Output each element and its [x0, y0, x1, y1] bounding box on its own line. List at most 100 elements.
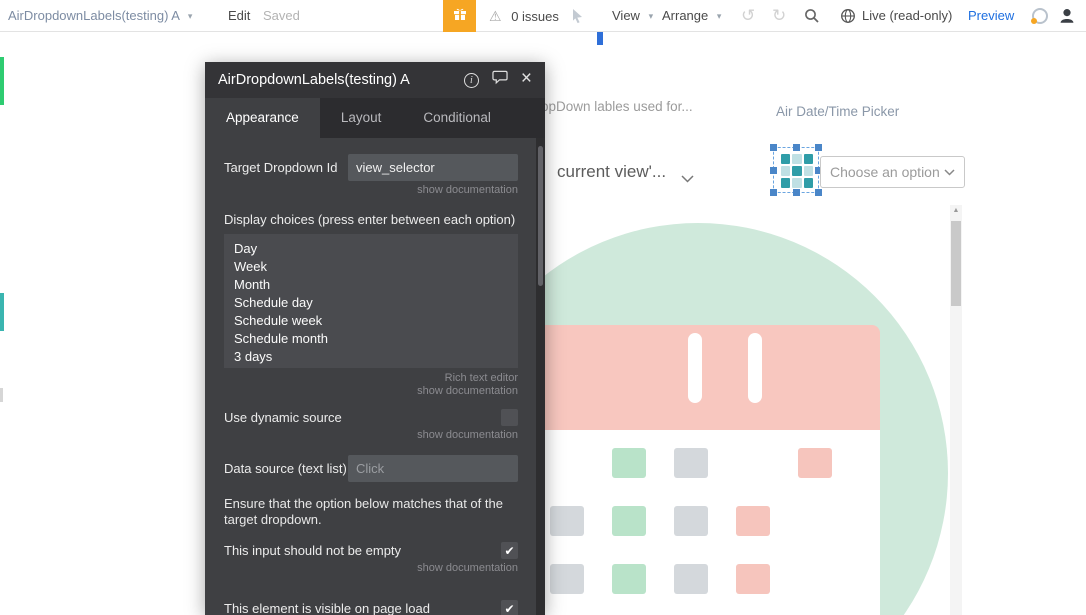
dialog-title: AirDropdownLabels(testing) A [218, 72, 410, 88]
issues-label: 0 issues [511, 9, 559, 24]
resize-handle[interactable] [793, 189, 800, 196]
air-datepicker-title[interactable]: Air Date/Time Picker [776, 104, 899, 119]
bubble-editor: AirDropdownLabels(testing) A Edit Saved … [0, 0, 1086, 615]
issues-indicator[interactable]: 0 issues [489, 0, 559, 32]
panel-scrollbar[interactable]: ▲ [950, 205, 962, 615]
choice-line: Schedule week [234, 312, 508, 330]
not-empty-checkbox[interactable] [501, 542, 518, 559]
choice-line: Schedule day [234, 294, 508, 312]
calendar-ring [748, 333, 762, 403]
choice-line: Day [234, 240, 508, 258]
help-icon[interactable] [1032, 8, 1048, 24]
dialog-tabs: Appearance Layout Conditional [205, 98, 545, 138]
tab-conditional[interactable]: Conditional [402, 98, 512, 138]
collapsed-palette-teal[interactable] [0, 293, 4, 331]
dynamic-source-row: Use dynamic source [224, 409, 518, 426]
choice-line: Schedule month [234, 330, 508, 348]
page-selector[interactable]: AirDropdownLabels(testing) A [8, 0, 192, 32]
dialog-scrollbar[interactable] [536, 138, 545, 615]
show-documentation-link[interactable]: show documentation [224, 184, 518, 196]
calendar-square [674, 506, 708, 536]
ensure-note: Ensure that the option below matches tha… [224, 496, 526, 528]
tab-layout[interactable]: Layout [320, 98, 403, 138]
pointer-tool-icon[interactable] [570, 8, 585, 29]
dialog-body: Target Dropdown Id show documentation Di… [205, 138, 545, 615]
target-dropdown-id-label: Target Dropdown Id [224, 160, 337, 175]
target-dropdown-id-input[interactable] [348, 154, 518, 181]
data-source-input[interactable] [348, 455, 518, 482]
view-menu[interactable]: View [612, 0, 653, 32]
saved-status: Saved [263, 0, 300, 32]
show-documentation-link[interactable]: show documentation [224, 429, 518, 441]
datepicker-grid-icon [781, 154, 813, 188]
display-choices-editor[interactable]: Day Week Month Schedule day Schedule wee… [224, 234, 518, 368]
choice-line: Week [234, 258, 508, 276]
calendar-square [736, 564, 770, 594]
display-choices-label: Display choices (press enter between eac… [224, 212, 518, 227]
selected-datepicker-element[interactable] [773, 147, 819, 193]
scrollbar-thumb[interactable] [951, 221, 961, 306]
data-source-label: Data source (text list) [224, 461, 347, 476]
edit-menu[interactable]: Edit [228, 0, 250, 32]
resize-handle[interactable] [815, 144, 822, 151]
choose-option-label: Choose an option [830, 164, 940, 180]
resize-handle[interactable] [770, 189, 777, 196]
close-icon[interactable] [521, 71, 532, 89]
calendar-square [612, 564, 646, 594]
arrange-menu[interactable]: Arrange [662, 0, 721, 32]
show-documentation-link[interactable]: show documentation [224, 385, 518, 397]
user-account-icon[interactable] [1058, 7, 1076, 30]
rich-text-editor-link[interactable]: Rich text editor [224, 372, 518, 384]
calendar-square [550, 506, 584, 536]
canvas-text-fragment[interactable]: opDown lables used for... [541, 99, 693, 114]
show-documentation-link[interactable]: show documentation [224, 562, 518, 574]
calendar-square [674, 564, 708, 594]
dynamic-source-checkbox[interactable] [501, 409, 518, 426]
not-empty-label: This input should not be empty [224, 543, 401, 558]
globe-icon [840, 8, 856, 29]
chevron-down-icon [681, 170, 694, 188]
collapsed-palette-green[interactable] [0, 57, 4, 105]
dialog-title-bar[interactable]: AirDropdownLabels(testing) A i [205, 62, 545, 98]
preview-button[interactable]: Preview [968, 0, 1014, 32]
help-badge-dot [1031, 18, 1037, 24]
target-dropdown-id-row: Target Dropdown Id [224, 154, 518, 181]
view-menu-label: View [612, 8, 640, 23]
tab-appearance[interactable]: Appearance [205, 98, 320, 138]
not-empty-row: This input should not be empty [224, 542, 518, 559]
gift-icon [451, 5, 469, 28]
preview-label: Preview [968, 8, 1014, 23]
view-dropdown-fragment[interactable]: current view'... [557, 162, 666, 182]
calendar-square [550, 564, 584, 594]
live-mode-selector[interactable]: Live (read-only) [862, 0, 952, 32]
chevron-down-icon [944, 169, 955, 176]
arrange-menu-label: Arrange [662, 8, 708, 23]
visible-row-partial: This element is visible on page load [224, 600, 518, 615]
saved-label: Saved [263, 8, 300, 23]
calendar-square [612, 448, 646, 478]
calendar-grid [550, 448, 832, 594]
gift-button[interactable] [443, 0, 476, 32]
undo-icon[interactable] [741, 0, 755, 32]
calendar-square [674, 448, 708, 478]
live-mode-label: Live (read-only) [862, 8, 952, 23]
collapsed-palette-gray[interactable] [0, 388, 3, 402]
info-icon[interactable]: i [464, 73, 479, 88]
visible-checkbox[interactable] [501, 600, 518, 615]
dialog-scrollbar-thumb[interactable] [538, 146, 543, 286]
choice-line: Month [234, 276, 508, 294]
calendar-square [612, 506, 646, 536]
choose-option-dropdown[interactable]: Choose an option [820, 156, 965, 188]
comment-icon[interactable] [492, 70, 508, 90]
resize-handle[interactable] [770, 167, 777, 174]
resize-handle[interactable] [770, 144, 777, 151]
property-editor-dialog: AirDropdownLabels(testing) A i Appearanc… [205, 62, 545, 615]
calendar-square [736, 506, 770, 536]
search-icon[interactable] [804, 8, 820, 29]
redo-icon[interactable] [772, 0, 786, 32]
scroll-up-icon[interactable]: ▲ [950, 205, 962, 217]
calendar-ring [688, 333, 702, 403]
choice-line: 3 days [234, 348, 508, 366]
resize-handle[interactable] [815, 189, 822, 196]
resize-handle[interactable] [793, 144, 800, 151]
